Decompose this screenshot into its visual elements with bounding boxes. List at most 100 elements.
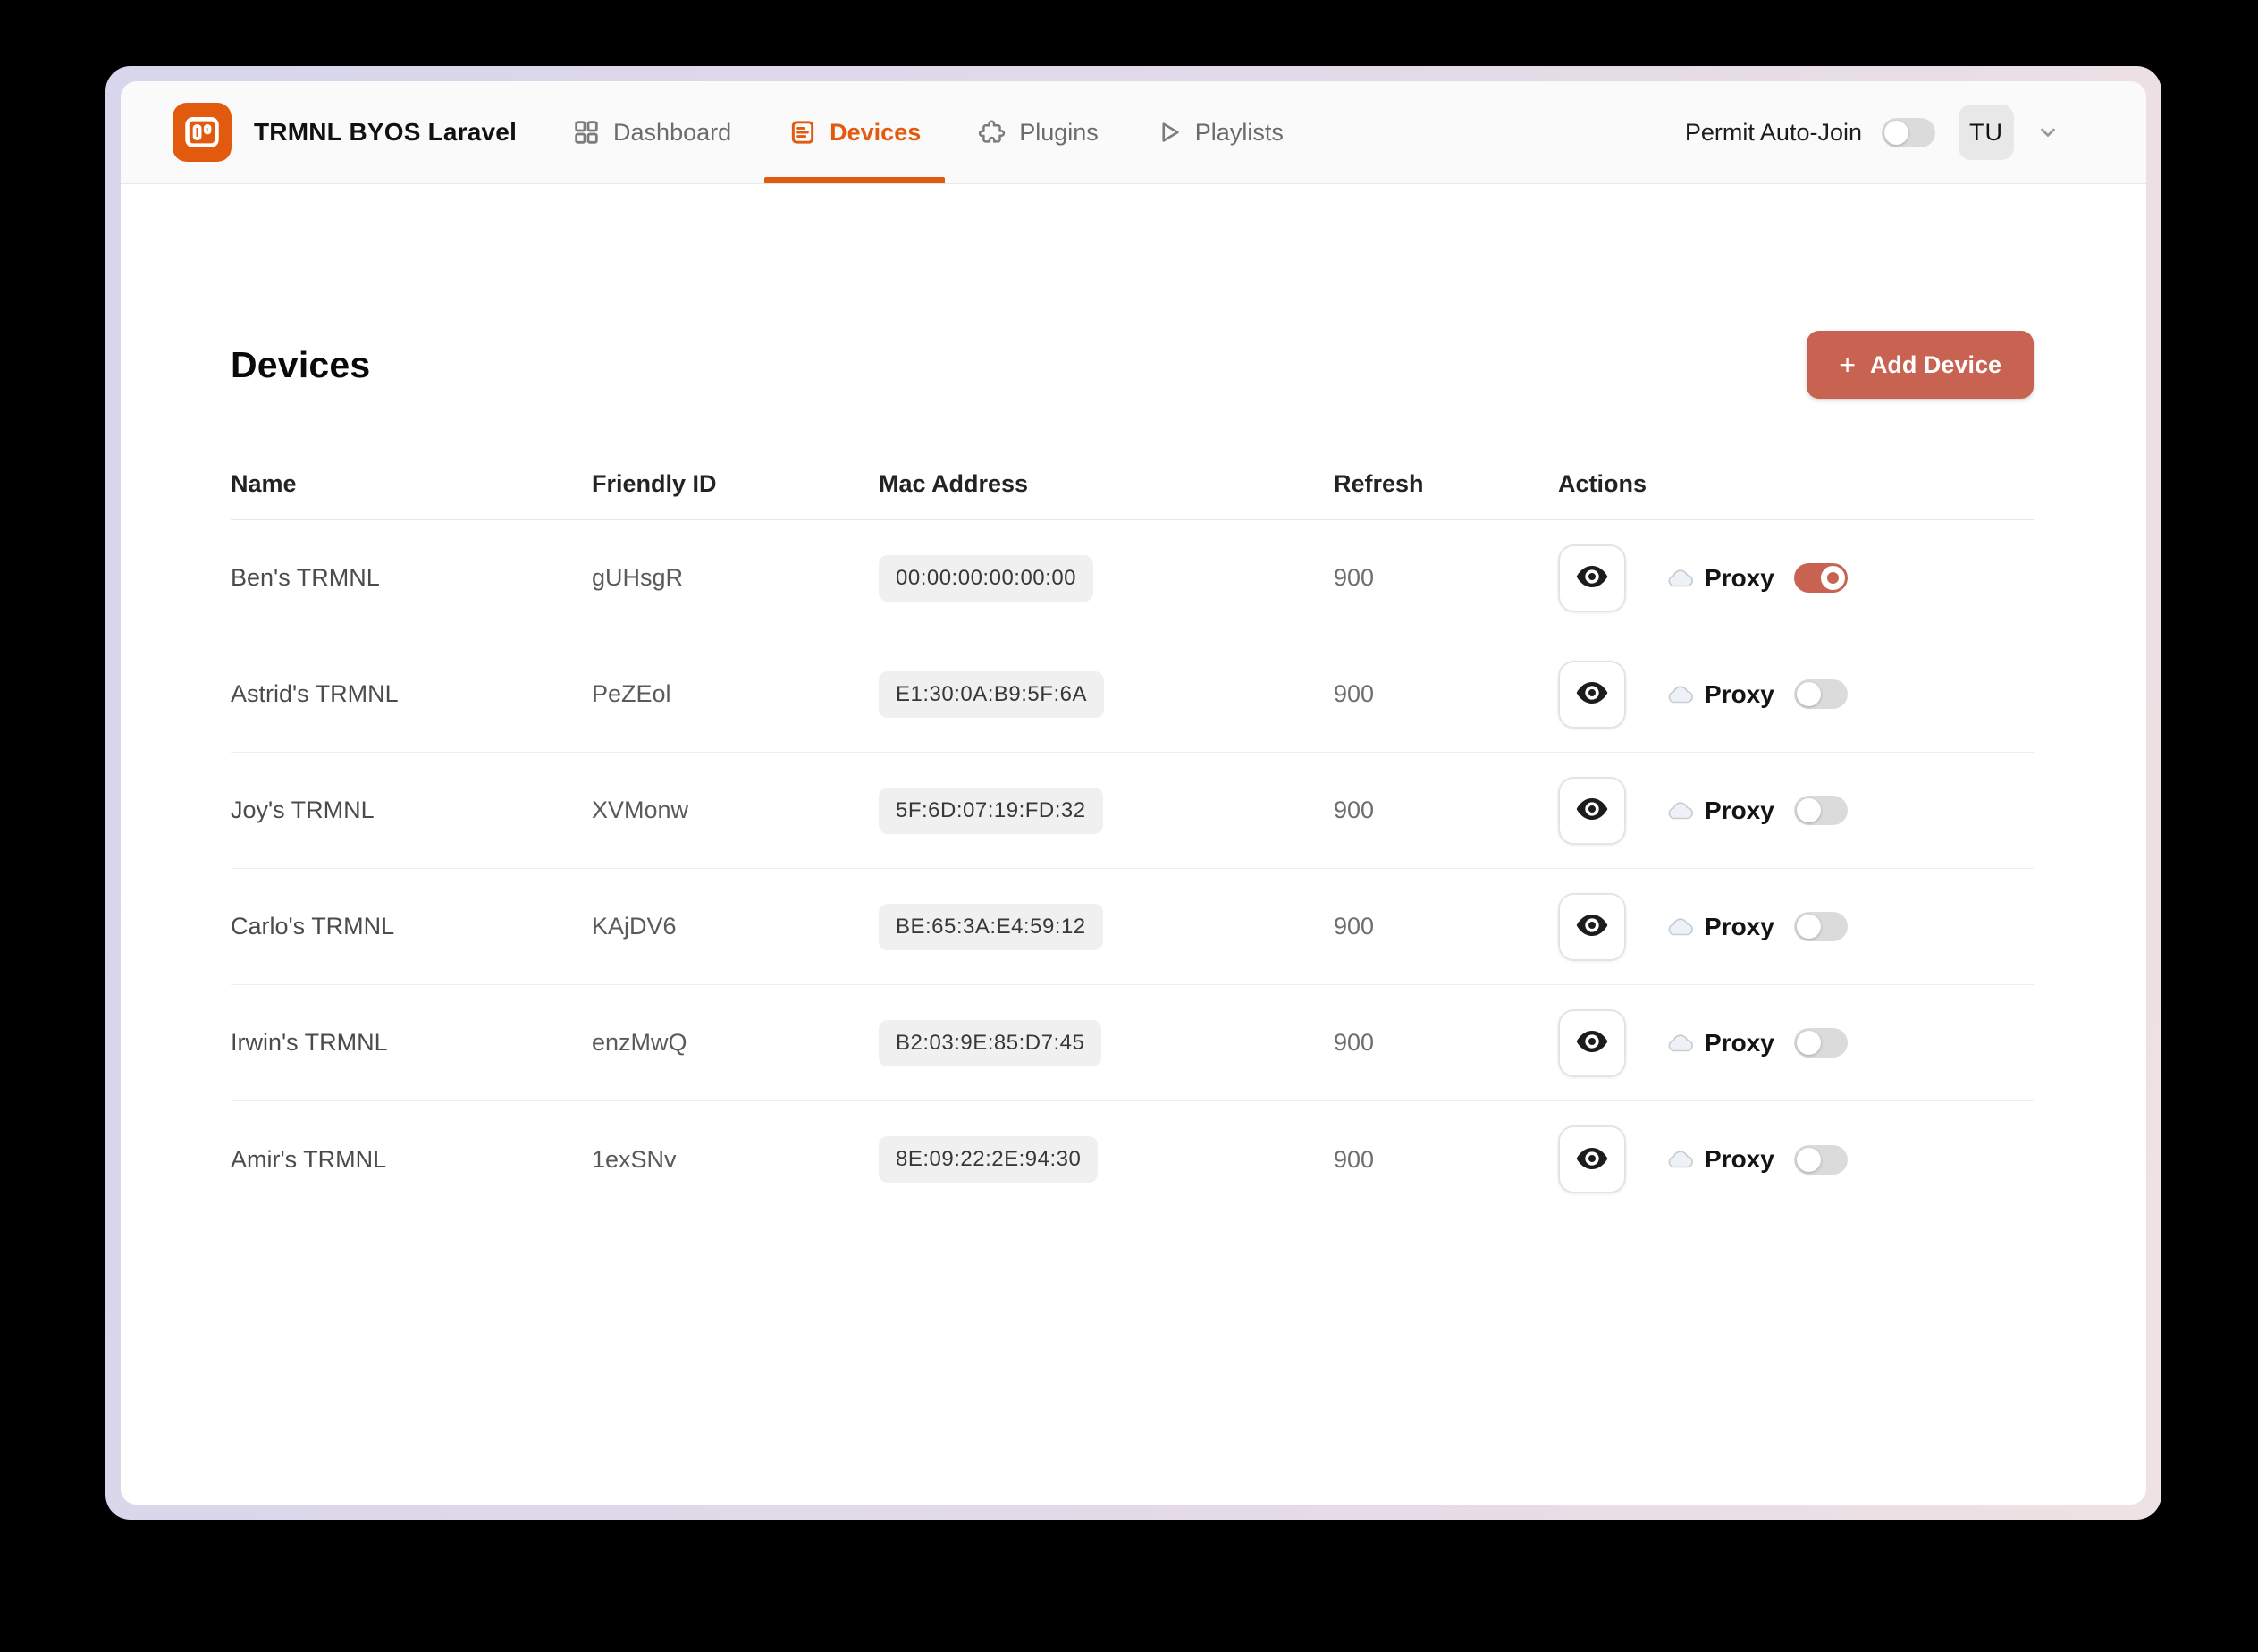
add-device-button[interactable]: + Add Device — [1807, 331, 2034, 399]
table-row: Joy's TRMNL XVMonw 5F:6D:07:19:FD:32 900 — [231, 753, 2034, 869]
device-refresh-value: 900 — [1334, 564, 1375, 591]
proxy-toggle[interactable] — [1793, 679, 1848, 709]
plugins-puzzle-icon — [978, 118, 1007, 147]
user-avatar[interactable]: TU — [1959, 105, 2014, 160]
table-row: Amir's TRMNL 1exSNv 8E:09:22:2E:94:30 90… — [231, 1101, 2034, 1218]
playlists-play-icon — [1156, 119, 1183, 146]
cloud-icon — [1665, 1028, 1696, 1058]
table-row: Carlo's TRMNL KAjDV6 BE:65:3A:E4:59:12 9… — [231, 869, 2034, 985]
table-body: Ben's TRMNL gUHsgR 00:00:00:00:00:00 900 — [231, 520, 2034, 1218]
active-tab-underline — [764, 177, 946, 183]
cloud-icon — [1665, 679, 1696, 710]
permit-auto-join-label: Permit Auto-Join — [1684, 118, 1862, 146]
view-device-button[interactable] — [1558, 892, 1626, 961]
mac-address-chip: B2:03:9E:85:D7:45 — [879, 1019, 1102, 1066]
device-actions: Proxy — [1558, 1125, 2034, 1193]
app-title: TRMNL BYOS Laravel — [254, 118, 518, 146]
view-device-button[interactable] — [1558, 660, 1626, 729]
proxy-label: Proxy — [1705, 1145, 1774, 1173]
proxy-toggle[interactable] — [1793, 1028, 1848, 1058]
device-friendly-id: enzMwQ — [592, 1029, 687, 1056]
eye-icon — [1574, 1141, 1610, 1179]
device-friendly-id: PeZEol — [592, 680, 671, 707]
column-header-friendly-id: Friendly ID — [592, 470, 717, 497]
nav-item-devices[interactable]: Devices — [764, 81, 946, 183]
nav-item-dashboard[interactable]: Dashboard — [572, 81, 731, 183]
mac-address-chip: 00:00:00:00:00:00 — [879, 554, 1094, 602]
toggle-knob — [1796, 914, 1821, 939]
nav-label: Devices — [830, 118, 922, 146]
primary-nav: Dashboard Devices Plugins Playlists — [572, 81, 1284, 183]
proxy-label: Proxy — [1705, 563, 1774, 592]
page-head: Devices + Add Device — [231, 331, 2034, 399]
eye-icon — [1574, 1024, 1610, 1062]
device-refresh-value: 900 — [1334, 913, 1375, 940]
toggle-knob — [1796, 682, 1821, 706]
mac-address-chip: BE:65:3A:E4:59:12 — [879, 903, 1103, 950]
cloud-icon — [1665, 563, 1696, 594]
toggle-knob — [1820, 566, 1845, 590]
view-device-button[interactable] — [1558, 1125, 1626, 1193]
window-frame: TRMNL BYOS Laravel Dashboard Devices Plu… — [105, 66, 2161, 1520]
device-refresh-value: 900 — [1334, 680, 1375, 707]
mac-address-chip: 8E:09:22:2E:94:30 — [879, 1136, 1099, 1183]
mac-address-chip: E1:30:0A:B9:5F:6A — [879, 670, 1104, 718]
device-name: Ben's TRMNL — [231, 564, 380, 591]
device-actions: Proxy — [1558, 1008, 2034, 1077]
nav-label: Dashboard — [613, 118, 732, 146]
devices-table: Name Friendly ID Mac Address Refresh Act… — [231, 399, 2034, 1218]
device-actions: Proxy — [1558, 892, 2034, 961]
device-friendly-id: KAjDV6 — [592, 913, 677, 940]
proxy-toggle[interactable] — [1793, 1144, 1848, 1175]
device-actions: Proxy — [1558, 660, 2034, 729]
main-content: Devices + Add Device Name Friendly ID Ma… — [121, 184, 2146, 1504]
proxy-toggle[interactable] — [1793, 796, 1848, 825]
toggle-knob — [1796, 798, 1821, 822]
device-refresh-value: 900 — [1334, 1145, 1375, 1173]
app-header: TRMNL BYOS Laravel Dashboard Devices Plu… — [121, 81, 2146, 184]
table-row: Irwin's TRMNL enzMwQ B2:03:9E:85:D7:45 9… — [231, 985, 2034, 1101]
permit-auto-join-toggle[interactable] — [1882, 117, 1935, 148]
device-refresh-value: 900 — [1334, 1029, 1375, 1056]
nav-label: Playlists — [1194, 118, 1284, 146]
cloud-icon — [1665, 912, 1696, 942]
page-title: Devices — [231, 343, 371, 385]
nav-label: Plugins — [1019, 118, 1099, 146]
mac-address-chip: 5F:6D:07:19:FD:32 — [879, 787, 1103, 834]
plus-icon: + — [1839, 349, 1856, 381]
cloud-icon — [1665, 1144, 1696, 1175]
column-header-actions: Actions — [1558, 470, 1647, 497]
view-device-button[interactable] — [1558, 544, 1626, 612]
column-header-refresh: Refresh — [1334, 470, 1424, 497]
device-name: Amir's TRMNL — [231, 1145, 387, 1173]
table-row: Ben's TRMNL gUHsgR 00:00:00:00:00:00 900 — [231, 520, 2034, 636]
trmnl-logo-icon — [173, 103, 232, 162]
cloud-icon — [1665, 796, 1696, 826]
device-refresh-value: 900 — [1334, 796, 1375, 823]
device-name: Joy's TRMNL — [231, 796, 375, 823]
eye-icon — [1574, 675, 1610, 713]
eye-icon — [1574, 791, 1610, 830]
app-window: TRMNL BYOS Laravel Dashboard Devices Plu… — [121, 81, 2146, 1504]
proxy-toggle[interactable] — [1793, 563, 1848, 593]
header-right-cluster: Permit Auto-Join TU — [1685, 105, 2060, 160]
view-device-button[interactable] — [1558, 776, 1626, 845]
nav-item-playlists[interactable]: Playlists — [1156, 81, 1284, 183]
device-name: Astrid's TRMNL — [231, 680, 399, 707]
column-header-mac-address: Mac Address — [879, 470, 1029, 497]
devices-list-icon — [788, 118, 817, 147]
add-device-label: Add Device — [1869, 350, 2001, 378]
device-actions: Proxy — [1558, 776, 2034, 845]
device-friendly-id: gUHsgR — [592, 564, 684, 591]
device-friendly-id: 1exSNv — [592, 1145, 677, 1173]
device-name: Irwin's TRMNL — [231, 1029, 388, 1056]
view-device-button[interactable] — [1558, 1008, 1626, 1077]
table-row: Astrid's TRMNL PeZEol E1:30:0A:B9:5F:6A … — [231, 636, 2034, 753]
nav-item-plugins[interactable]: Plugins — [978, 81, 1099, 183]
eye-icon — [1574, 907, 1610, 946]
device-actions: Proxy — [1558, 544, 2034, 612]
eye-icon — [1574, 559, 1610, 597]
chevron-down-icon[interactable] — [2035, 120, 2060, 145]
device-friendly-id: XVMonw — [592, 796, 689, 823]
proxy-toggle[interactable] — [1793, 912, 1848, 941]
